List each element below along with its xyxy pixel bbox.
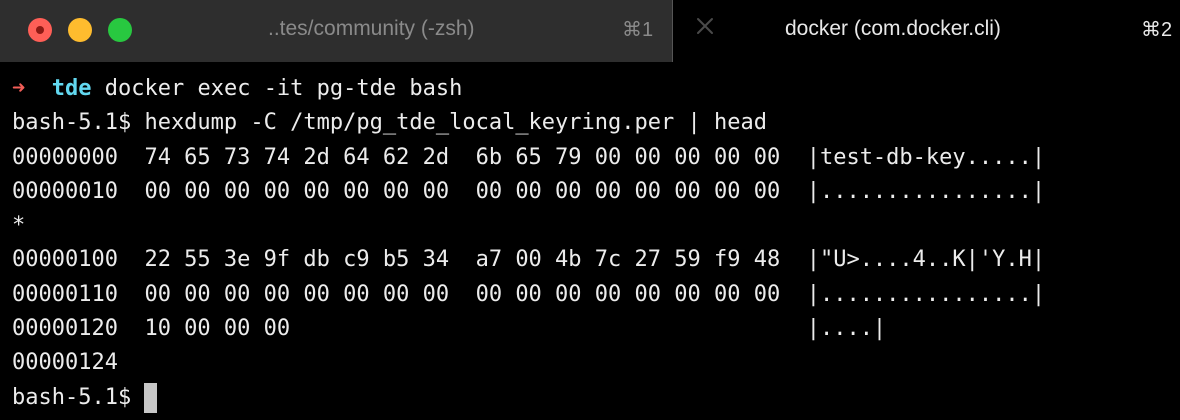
output-line: bash-5.1$ hexdump -C /tmp/pg_tde_local_k… [12,110,767,136]
tab-title: ..tes/community (-zsh) [268,17,475,40]
zsh-prompt-line: ➜ tde docker exec -it pg-tde bash [12,72,1172,106]
current-prompt-line[interactable]: bash-5.1$ [12,381,1172,415]
tab-docker[interactable]: docker (com.docker.cli) ⌘2 [673,0,1180,62]
output-line: 00000000 74 65 73 74 2d 64 62 2d 6b 65 7… [12,144,1046,170]
current-prompt: bash-5.1$ [12,384,132,410]
close-icon[interactable] [28,18,52,42]
tab-title: docker (com.docker.cli) [785,17,1001,40]
output-line: 00000010 00 00 00 00 00 00 00 00 00 00 0… [12,178,1046,204]
prompt-directory: tde [51,76,92,101]
terminal-window: ..tes/community (-zsh) ⌘1 docker (com.do… [0,0,1180,420]
output-line: 00000100 22 55 3e 9f db c9 b5 34 a7 00 4… [12,247,1046,273]
output-line: * [12,213,26,239]
cursor [144,382,158,413]
tab-bar: ..tes/community (-zsh) ⌘1 docker (com.do… [0,0,1180,64]
output-line: 00000110 00 00 00 00 00 00 00 00 00 00 0… [12,281,1046,307]
terminal-output[interactable]: ➜ tde docker exec -it pg-tde bash bash-5… [12,72,1172,415]
tab-zsh[interactable]: ..tes/community (-zsh) ⌘1 [0,0,673,62]
zoom-icon[interactable] [108,18,132,42]
prompt-command: docker exec -it pg-tde bash [104,76,463,101]
tab-shortcut: ⌘1 [622,19,654,41]
minimize-icon[interactable] [68,18,92,42]
tab-close-icon[interactable] [693,14,717,38]
output-line: 00000124 [12,350,118,376]
prompt-arrow-icon: ➜ [12,76,26,101]
tab-shortcut: ⌘2 [1141,19,1173,41]
output-line: 00000120 10 00 00 00 |....| [12,316,887,342]
